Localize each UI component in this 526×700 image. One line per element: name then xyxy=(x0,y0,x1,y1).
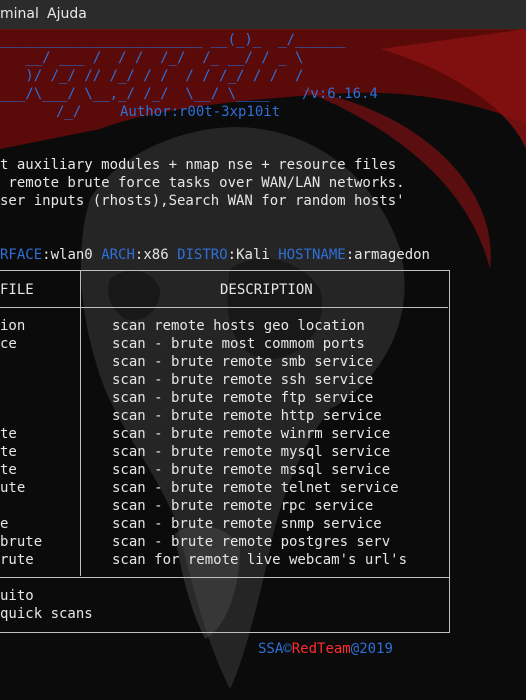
hostname-value: armagedon xyxy=(354,247,430,263)
row-file: te xyxy=(0,462,17,478)
table-header-divider xyxy=(0,307,448,308)
row-description: scan for remote live webcam's url's xyxy=(112,552,408,568)
credits-ssa: SSA xyxy=(258,641,284,657)
row-description: scan - brute remote mysql service xyxy=(112,444,391,460)
banner-author: Author:r00t-3xp10it xyxy=(120,104,281,120)
credits-redteam: RedTeam xyxy=(291,641,351,657)
arch-value: x86 xyxy=(143,247,169,263)
credits: SSA©RedTeam@2019 xyxy=(258,640,393,658)
row-file: e xyxy=(0,516,9,532)
row-file: te xyxy=(0,444,17,460)
table-column-divider xyxy=(80,270,81,576)
row-file: ute xyxy=(0,480,26,496)
row-description: scan - brute remote smb service xyxy=(112,354,374,370)
menu-bar: minal Ajuda xyxy=(0,0,526,30)
description-line-2: remote brute force tasks over WAN/LAN ne… xyxy=(0,175,405,191)
row-description: scan - brute remote postgres serv xyxy=(112,534,391,550)
row-file: rute xyxy=(0,552,34,568)
row-description: scan remote hosts geo location xyxy=(112,318,365,334)
banner-line-3: )/ /_/ // /_/ / / / / /_/ / / / xyxy=(0,68,304,84)
row-description: scan - brute remote snmp service xyxy=(112,516,382,532)
description-line-1: t auxiliary modules + nmap nse + resourc… xyxy=(0,157,397,173)
arch-label: ARCH xyxy=(101,247,135,263)
banner-line-1: ________________________ __(_)_ _/______ xyxy=(0,32,346,48)
row-description: scan - brute remote ftp service xyxy=(112,390,374,406)
row-file: ion xyxy=(0,318,26,334)
row-description: scan - brute remote telnet service xyxy=(112,480,399,496)
banner-version: /v:6.16.4 xyxy=(302,86,378,102)
row-description: scan - brute remote ssh service xyxy=(112,372,374,388)
row-file: ce xyxy=(0,336,17,352)
menu-terminal[interactable]: minal xyxy=(0,6,39,22)
row-description: scan - brute remote rpc service xyxy=(112,498,374,514)
system-info: RFACE:wlan0 ARCH:x86 DISTRO:Kali HOSTNAM… xyxy=(0,247,430,263)
table-header-description: DESCRIPTION xyxy=(220,282,313,298)
banner-line-5: /_/ xyxy=(56,104,82,120)
interface-value: wlan0 xyxy=(50,247,93,263)
banner-line-4: ___/\___/ \__,_/ /_/ \__/ \____ xyxy=(0,86,270,102)
banner-line-2: __/ ___ / / / /_/ /_ __/ / _ \ xyxy=(0,50,304,66)
row-description: scan - brute remote mssql service xyxy=(112,462,391,478)
row-description: scan - brute remote winrm service xyxy=(112,426,391,442)
row-description: scan - brute most commom ports xyxy=(112,336,365,352)
footer-line-2: quick scans xyxy=(0,606,93,622)
row-file: te xyxy=(0,426,17,442)
menu-help[interactable]: Ajuda xyxy=(47,6,87,22)
row-file: brute xyxy=(0,534,43,550)
table-header-file: FILE xyxy=(0,282,34,298)
interface-label: RFACE xyxy=(0,247,43,263)
distro-value: Kali xyxy=(236,247,270,263)
credits-at: @ xyxy=(350,641,360,657)
credits-year: 2019 xyxy=(359,641,393,657)
description-line-3: ser inputs (rhosts),Search WAN for rando… xyxy=(0,193,405,209)
row-description: scan - brute remote http service xyxy=(112,408,382,424)
terminal-output[interactable]: ________________________ __(_)_ _/______… xyxy=(0,29,526,700)
footer-line-1: uito xyxy=(0,588,34,604)
credits-copyright: © xyxy=(283,641,292,657)
distro-label: DISTRO xyxy=(177,247,228,263)
hostname-label: HOSTNAME xyxy=(278,247,346,263)
